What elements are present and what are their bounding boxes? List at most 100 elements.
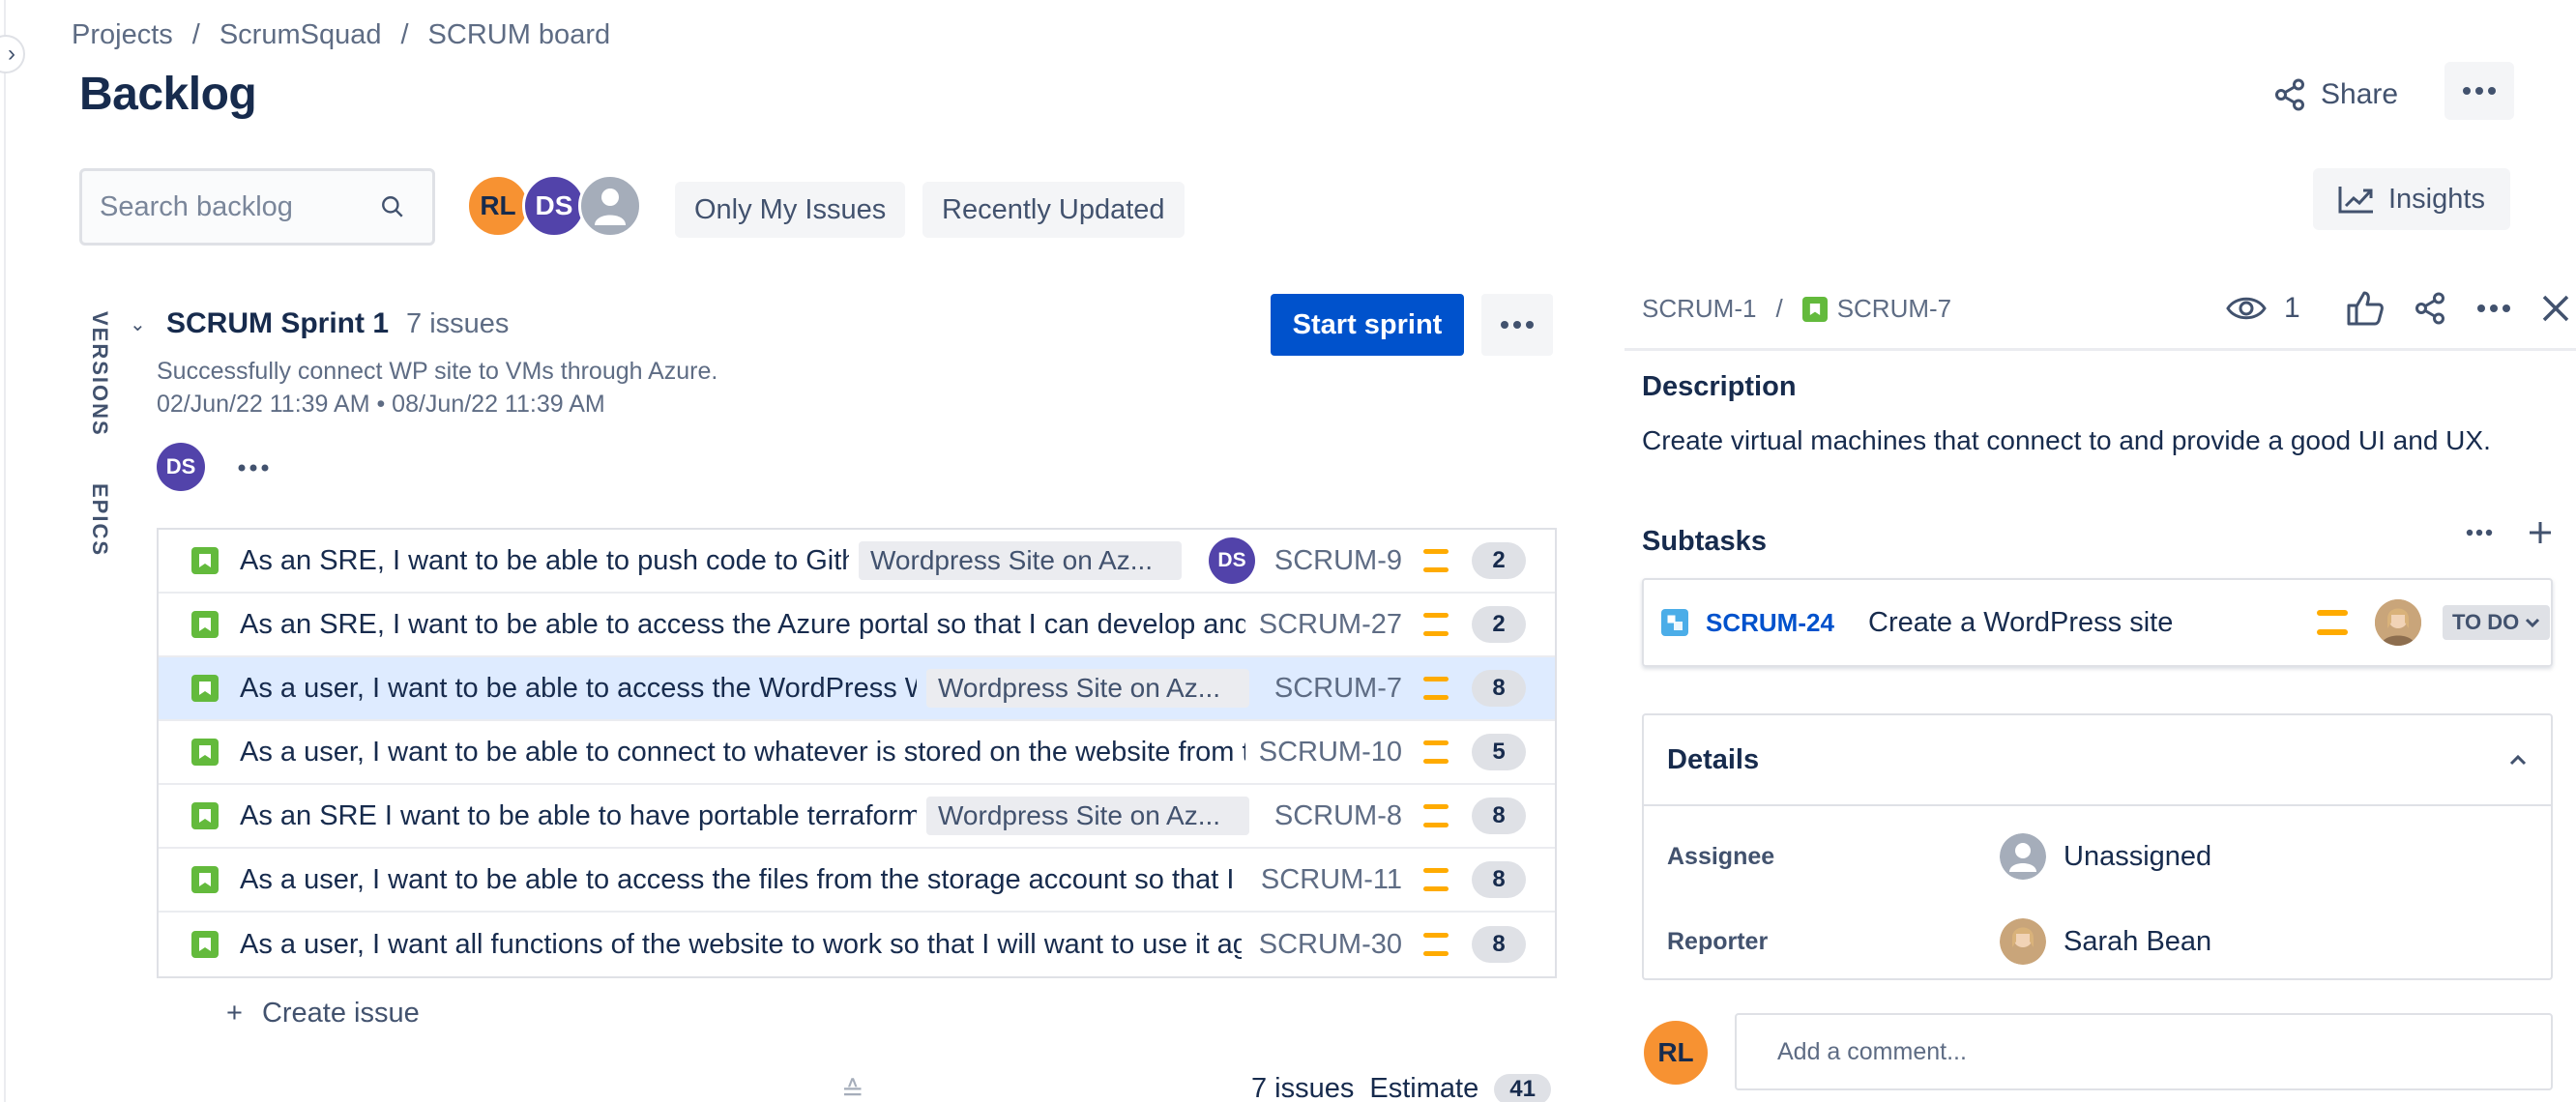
breadcrumb-separator: / (400, 19, 409, 50)
like-button[interactable] (2347, 291, 2384, 326)
breadcrumb-project[interactable]: ScrumSquad (220, 19, 382, 51)
subtasks-more-button[interactable] (2466, 529, 2493, 536)
parent-issue-link[interactable]: SCRUM-1 (1642, 294, 1756, 324)
story-icon (191, 931, 219, 958)
issue-key[interactable]: SCRUM-10 (1259, 737, 1402, 768)
issue-summary: As a user, I want to be able to access t… (240, 672, 917, 704)
epic-label[interactable]: Wordpress Site on Az... (926, 797, 1249, 835)
versions-tab[interactable]: VERSIONS (87, 311, 112, 437)
details-section: Details Assignee Unassigned Reporter Sar… (1642, 713, 2553, 980)
description-text[interactable]: Create virtual machines that connect to … (1642, 425, 2491, 456)
priority-medium-icon (1423, 677, 1449, 700)
drag-handle-icon[interactable]: ≙ (841, 1075, 864, 1102)
assignee-label: Assignee (1667, 842, 1775, 870)
search-input[interactable] (100, 190, 380, 223)
sprint-avatar-more-button[interactable] (234, 450, 273, 485)
epic-label[interactable]: Wordpress Site on Az... (926, 669, 1249, 708)
subtask-key[interactable]: SCRUM-24 (1706, 608, 1834, 638)
story-icon (191, 611, 219, 638)
story-icon (191, 547, 219, 574)
chevron-down-icon (2526, 618, 2540, 628)
more-icon (2476, 304, 2510, 312)
start-sprint-button[interactable]: Start sprint (1271, 294, 1464, 356)
epics-tab[interactable]: EPICS (87, 483, 112, 557)
unassigned-avatar-icon (2000, 833, 2046, 880)
issue-row-selected[interactable]: As a user, I want to be able to access t… (159, 657, 1555, 721)
only-my-issues-button[interactable]: Only My Issues (675, 182, 906, 238)
breadcrumb-projects[interactable]: Projects (72, 19, 173, 51)
story-points[interactable]: 2 (1472, 606, 1526, 643)
issue-row[interactable]: As a user, I want to be able to access t… (159, 849, 1555, 913)
thumbs-up-icon (2347, 291, 2384, 326)
story-icon (1801, 296, 1828, 322)
subtask-summary[interactable]: Create a WordPress site (1868, 607, 2173, 639)
story-points[interactable]: 5 (1472, 734, 1526, 770)
issue-key[interactable]: SCRUM-7 (1274, 673, 1402, 705)
watch-button[interactable]: 1 (2226, 292, 2300, 325)
avatar-rl[interactable]: RL (466, 174, 530, 238)
issue-row[interactable]: As a user, I want all functions of the w… (159, 913, 1555, 976)
issue-row[interactable]: As an SRE I want to be able to have port… (159, 785, 1555, 849)
issue-key[interactable]: SCRUM-9 (1274, 545, 1402, 577)
reporter-value[interactable]: Sarah Bean (2000, 918, 2211, 965)
priority-medium-icon (1423, 868, 1449, 891)
assignee-name: Unassigned (2064, 840, 2212, 872)
epic-label[interactable]: Wordpress Site on Az... (859, 541, 1182, 580)
issue-more-button[interactable] (2476, 304, 2511, 313)
recently-updated-button[interactable]: Recently Updated (922, 182, 1185, 238)
create-issue-button[interactable]: + Create issue (226, 998, 420, 1030)
issue-summary: As a user, I want to be able to access t… (240, 863, 1242, 895)
avatar-ds[interactable]: DS (522, 174, 586, 238)
chevron-right-icon: › (8, 41, 15, 67)
assignee-value[interactable]: Unassigned (2000, 833, 2211, 880)
comment-user-avatar: RL (1644, 1021, 1708, 1085)
issue-row[interactable]: As an SRE, I want to be able to push cod… (159, 530, 1555, 594)
issue-summary: As a user, I want all functions of the w… (240, 928, 1242, 960)
sprint-menu-button[interactable] (1481, 294, 1553, 356)
issue-summary: As an SRE I want to be able to have port… (240, 799, 917, 831)
issue-assignee-avatar[interactable]: DS (1209, 537, 1255, 584)
issue-row[interactable]: As an SRE, I want to be able to access t… (159, 594, 1555, 657)
issue-key[interactable]: SCRUM-27 (1259, 609, 1402, 641)
details-header[interactable]: Details (1644, 715, 2551, 806)
add-subtask-button[interactable] (2528, 520, 2553, 545)
subtask-icon (1661, 609, 1688, 636)
subtask-assignee-avatar[interactable] (2375, 599, 2421, 646)
sprint-name: SCRUM Sprint 1 (166, 307, 390, 339)
breadcrumb-board[interactable]: SCRUM board (428, 19, 611, 51)
issue-detail-panel: SCRUM-1 / SCRUM-7 1 Description Create v… (1625, 0, 2576, 1102)
story-points[interactable]: 8 (1472, 798, 1526, 834)
story-points[interactable]: 8 (1472, 861, 1526, 898)
avatar-unassigned[interactable] (578, 174, 642, 238)
issue-breadcrumb: SCRUM-1 / SCRUM-7 (1642, 294, 1951, 324)
issue-key[interactable]: SCRUM-8 (1274, 800, 1402, 832)
sprint-goal: Successfully connect WP site to VMs thro… (157, 358, 718, 385)
status-dropdown[interactable]: TO DO (2443, 605, 2551, 640)
issue-row[interactable]: As a user, I want to be able to connect … (159, 721, 1555, 785)
story-icon (191, 866, 219, 893)
more-icon (238, 464, 269, 472)
subtasks-actions (2466, 520, 2553, 545)
subtasks-label: Subtasks (1642, 526, 1767, 557)
create-issue-label: Create issue (261, 998, 420, 1029)
chevron-down-icon[interactable]: ⌄ (130, 312, 149, 336)
expand-sidebar-button[interactable]: › (0, 35, 25, 73)
subtask-card[interactable]: SCRUM-24 Create a WordPress site TO DO (1642, 578, 2553, 667)
share-issue-button[interactable] (2413, 291, 2447, 326)
close-panel-button[interactable] (2540, 293, 2571, 324)
page-title: Backlog (79, 69, 257, 120)
sprint-avatar[interactable]: DS (157, 443, 205, 491)
details-label: Details (1667, 743, 1760, 775)
story-points[interactable]: 8 (1472, 670, 1526, 707)
story-points[interactable]: 2 (1472, 542, 1526, 579)
story-icon (191, 802, 219, 829)
sprint-header: ⌄ SCRUM Sprint 1 7 issues (130, 307, 509, 340)
priority-medium-icon (1423, 804, 1449, 827)
comment-input[interactable] (1777, 1037, 2510, 1066)
issue-key[interactable]: SCRUM-11 (1261, 864, 1402, 896)
reporter-name: Sarah Bean (2064, 925, 2212, 957)
story-points[interactable]: 8 (1472, 926, 1526, 963)
current-issue-link[interactable]: SCRUM-7 (1801, 294, 1951, 324)
breadcrumb-separator: / (1775, 294, 1783, 323)
issue-key[interactable]: SCRUM-30 (1259, 929, 1402, 961)
